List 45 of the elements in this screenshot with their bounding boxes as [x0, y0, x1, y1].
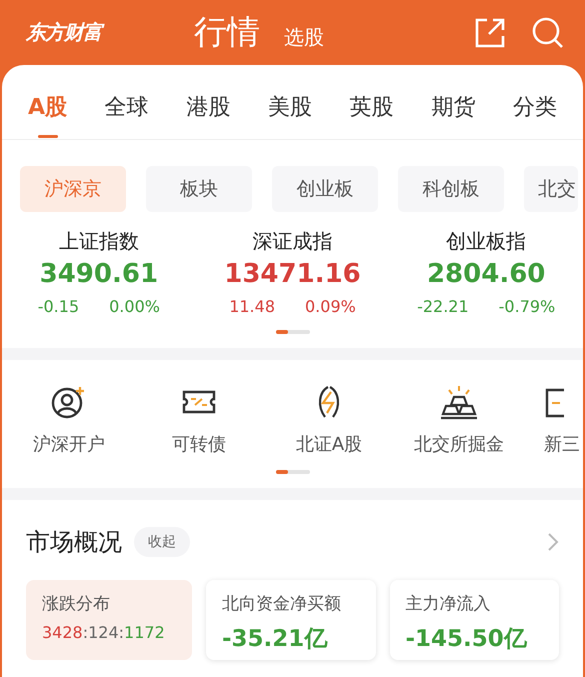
category-chip[interactable]: 北交 [524, 166, 578, 212]
card-value: -35.21亿 [222, 625, 328, 654]
index-percent: 0.09% [305, 297, 356, 316]
market-tab[interactable]: 全球 [104, 91, 149, 138]
page-indicator [276, 470, 310, 474]
shortcut-label[interactable]: 北证A股 [296, 432, 362, 456]
category-chip[interactable]: 科创板 [398, 166, 504, 212]
rise-fall-ratio: 3428:124:1172 [42, 623, 166, 642]
index-name: 创业板指 [446, 228, 526, 255]
page-indicator [276, 330, 310, 334]
index-change: 11.48 [229, 297, 275, 316]
index-percent: -0.79% [498, 297, 556, 316]
shortcut-label[interactable]: 新三 [544, 432, 580, 456]
shortcut-label[interactable]: 沪深开户 [33, 432, 105, 456]
market-tab[interactable]: 分类 [512, 91, 557, 138]
collapse-button[interactable]: 收起 [134, 527, 190, 557]
index-value: 3490.61 [40, 259, 158, 289]
market-tab[interactable]: 英股 [350, 91, 394, 138]
market-tab[interactable]: 美股 [268, 91, 312, 138]
index-percent: 0.00% [109, 297, 160, 316]
card-title: 主力净流入 [406, 593, 492, 615]
index-change: -0.15 [38, 297, 80, 316]
card-title: 涨跌分布 [42, 593, 111, 615]
app-logo: 东方财富 [26, 19, 102, 46]
index-value: 2804.60 [426, 259, 546, 289]
market-tab[interactable]: 港股 [186, 91, 230, 138]
category-chip[interactable]: 板块 [146, 166, 252, 212]
index-value: 13471.16 [224, 259, 361, 289]
section-title: 市场概况 [26, 527, 122, 558]
stat-card[interactable]: 北向资金净买额 -35.21亿 [206, 580, 376, 660]
card-title: 北向资金净买额 [222, 593, 342, 615]
search-icon[interactable] [531, 16, 565, 50]
stat-card[interactable]: 涨跌分布 3428:124:1172 [26, 580, 192, 660]
ingots-icon[interactable] [439, 384, 479, 420]
shortcut-label[interactable]: 可转债 [172, 432, 226, 456]
market-tab[interactable]: 期货 [431, 91, 476, 138]
stat-card[interactable]: 主力净流入 -145.50亿 [390, 580, 559, 660]
shortcut-label[interactable]: 北交所掘金 [414, 432, 504, 456]
category-chip[interactable]: 创业板 [272, 166, 378, 212]
index-change: -22.21 [417, 297, 469, 316]
index-name: 上证指数 [58, 228, 139, 255]
index-name: 深证成指 [252, 228, 332, 255]
share-icon[interactable] [473, 16, 507, 50]
user-plus-icon[interactable] [51, 384, 87, 420]
card-value: -145.50亿 [406, 625, 528, 654]
